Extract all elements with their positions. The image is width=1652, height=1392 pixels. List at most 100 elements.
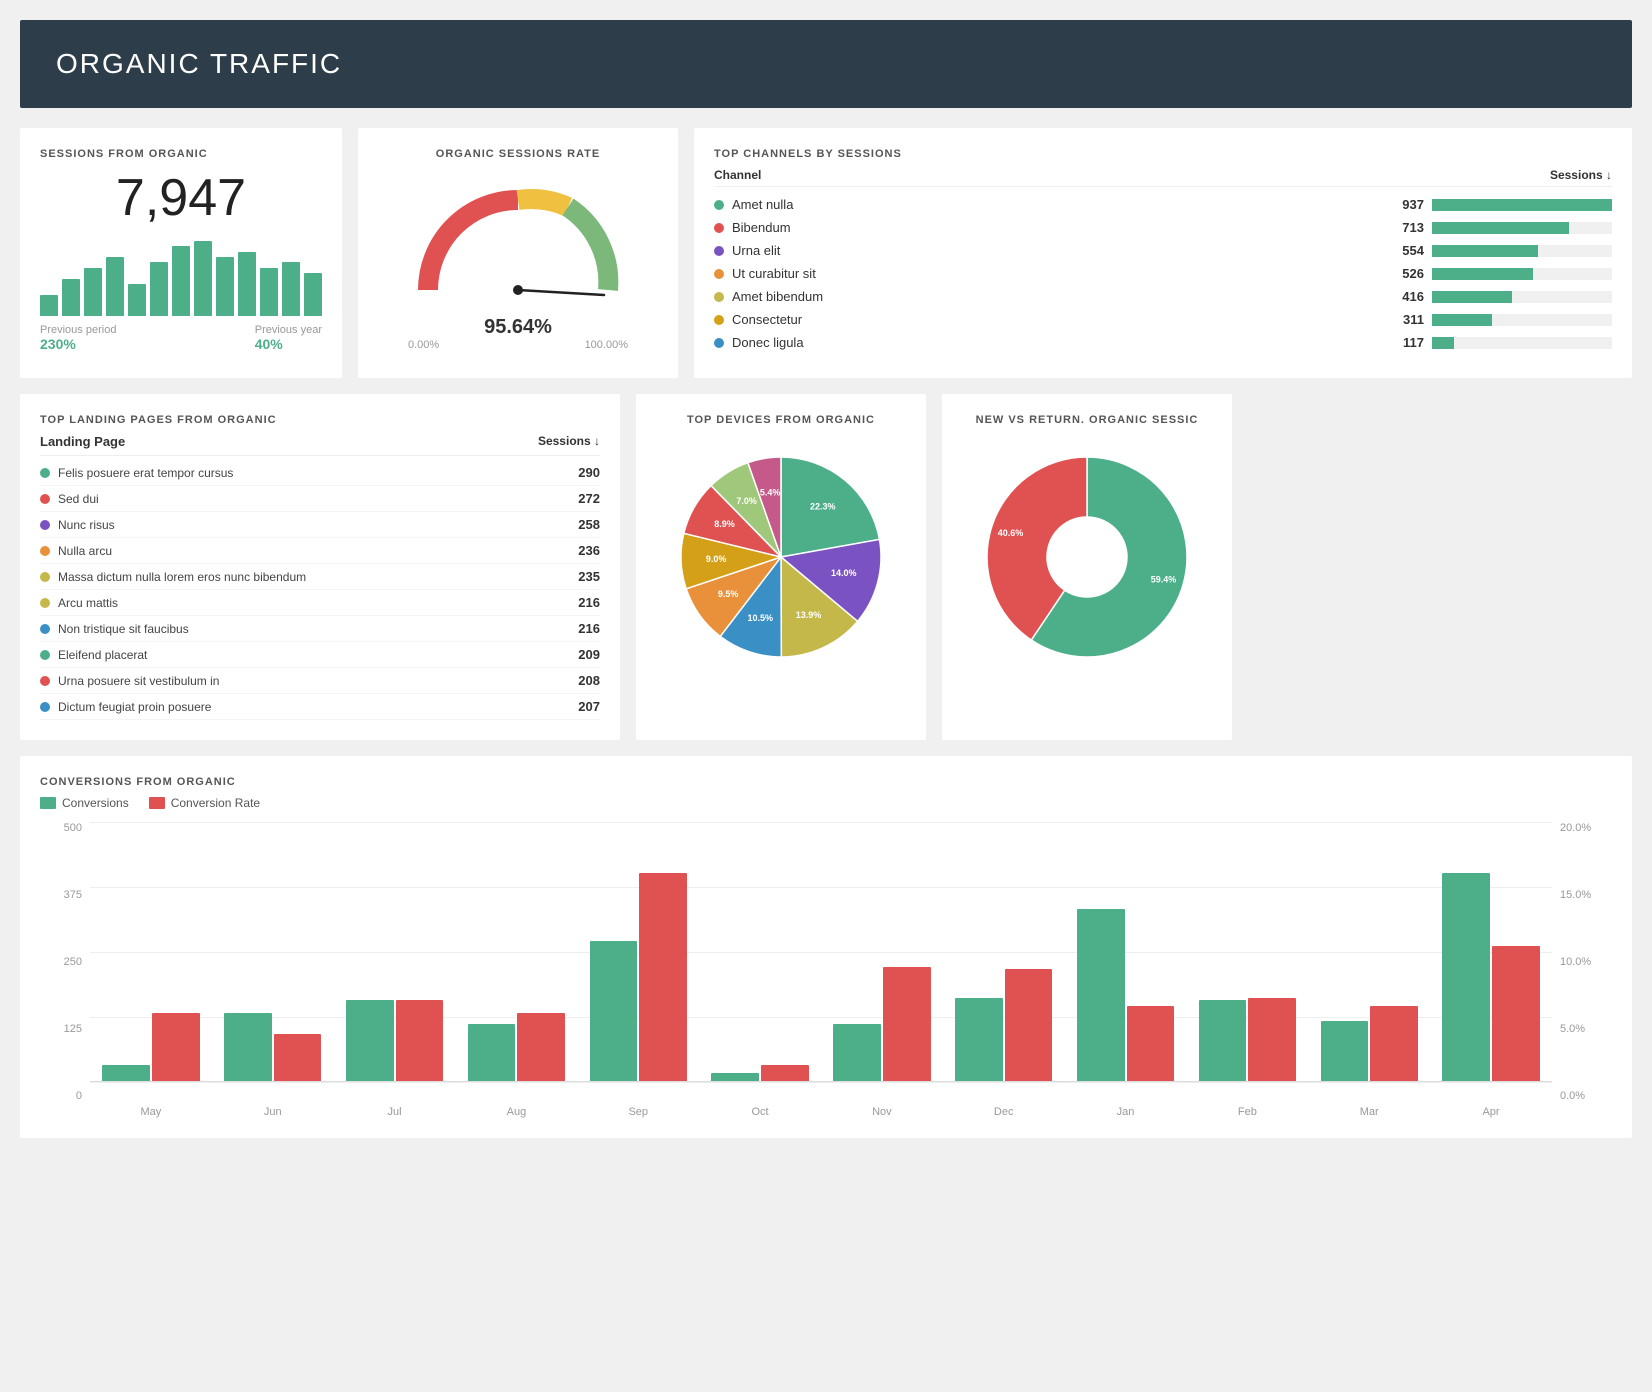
channel-dot (714, 200, 724, 210)
channel-row: Amet nulla 937 (714, 197, 1612, 212)
landing-row: Urna posuere sit vestibulum in 208 (40, 668, 600, 694)
prev-year: Previous year 40% (255, 324, 322, 352)
landing-row: Non tristique sit faucibus 216 (40, 616, 600, 642)
x-labels: MayJunJulAugSepOctNovDecJanFebMarApr (90, 1106, 1552, 1118)
y-label-left: 125 (64, 1023, 82, 1035)
channel-row: Ut curabitur sit 526 (714, 266, 1612, 281)
channel-name: Bibendum (732, 220, 1374, 235)
landing-row: Dictum feugiat proin posuere 207 (40, 694, 600, 720)
gauge-svg (408, 180, 628, 310)
channel-bar (1432, 291, 1512, 303)
rate-bar (1492, 946, 1540, 1081)
card-conversions: CONVERSIONS FROM ORGANIC ConversionsConv… (20, 756, 1632, 1138)
landing-name: Sed dui (58, 492, 578, 506)
conversions-title: CONVERSIONS FROM ORGANIC (40, 776, 1612, 788)
x-label: Oct (699, 1106, 821, 1118)
month-group (1442, 873, 1539, 1081)
card-sessions: SESSIONS FROM ORGANIC 7,947 Previous per… (20, 128, 342, 378)
y-label-left: 0 (76, 1090, 82, 1102)
gauge-min: 0.00% (408, 339, 439, 351)
sessions-title: SESSIONS FROM ORGANIC (40, 148, 322, 160)
devices-pie-wrapper: 22.3%14.0%13.9%10.5%9.5%9.0%8.9%7.0%5.4% (656, 442, 906, 672)
landing-dot (40, 650, 50, 660)
channels-col2[interactable]: Sessions (1550, 168, 1612, 182)
channel-bar-wrap (1432, 268, 1612, 280)
x-label: Jul (334, 1106, 456, 1118)
landing-value: 216 (578, 621, 600, 636)
landing-col2[interactable]: Sessions (538, 434, 600, 449)
legend-box (149, 797, 165, 809)
conv-bar (1199, 1000, 1247, 1081)
row-1: SESSIONS FROM ORGANIC 7,947 Previous per… (20, 128, 1632, 378)
landing-title: TOP LANDING PAGES FROM ORGANIC (40, 414, 600, 426)
landing-row: Sed dui 272 (40, 486, 600, 512)
landing-name: Arcu mattis (58, 596, 578, 610)
gauge-title: ORGANIC SESSIONS RATE (378, 148, 658, 160)
channel-name: Consectetur (732, 312, 1374, 327)
gauge-range: 0.00% 100.00% (408, 339, 628, 351)
channels-title: TOP CHANNELS BY SESSIONS (714, 148, 1612, 160)
conv-bar (590, 941, 638, 1081)
x-label: Jun (212, 1106, 334, 1118)
channel-name: Urna elit (732, 243, 1374, 258)
channel-value: 311 (1374, 312, 1424, 327)
y-label-left: 500 (64, 822, 82, 834)
landing-dot (40, 468, 50, 478)
card-gauge: ORGANIC SESSIONS RATE 95.64% 0.00% 100.0… (358, 128, 678, 378)
y-axis-right: 20.0%15.0%10.0%5.0%0.0% (1552, 822, 1612, 1102)
y-label-right: 20.0% (1560, 822, 1591, 834)
prev-period: Previous period 230% (40, 324, 116, 352)
landing-name: Non tristique sit faucibus (58, 622, 578, 636)
month-group (1321, 1006, 1418, 1081)
channels-col1: Channel (714, 168, 761, 182)
pie-label: 59.4% (1151, 575, 1177, 585)
channel-name: Amet bibendum (732, 289, 1374, 304)
pie-label: 9.0% (706, 554, 727, 564)
landing-value: 216 (578, 595, 600, 610)
x-label: Mar (1308, 1106, 1430, 1118)
pie-label: 14.0% (831, 568, 857, 578)
landing-name: Dictum feugiat proin posuere (58, 700, 578, 714)
rate-bar (761, 1065, 809, 1081)
landing-header: Landing Page Sessions (40, 434, 600, 456)
channel-dot (714, 292, 724, 302)
channel-value: 526 (1374, 266, 1424, 281)
grid-line (90, 952, 1552, 953)
sessions-bar-chart (40, 236, 322, 316)
conv-bar (102, 1065, 150, 1081)
legend-label: Conversion Rate (171, 796, 260, 810)
channel-row: Donec ligula 117 (714, 335, 1612, 350)
conv-bar (346, 1000, 394, 1081)
rate-bar (883, 967, 931, 1081)
landing-row: Arcu mattis 216 (40, 590, 600, 616)
channel-bar-wrap (1432, 337, 1612, 349)
y-label-right: 15.0% (1560, 889, 1591, 901)
landing-row: Nulla arcu 236 (40, 538, 600, 564)
channel-value: 713 (1374, 220, 1424, 235)
card-devices: TOP DEVICES FROM ORGANIC 22.3%14.0%13.9%… (636, 394, 926, 740)
channel-name: Amet nulla (732, 197, 1374, 212)
new-vs-return-pie-wrapper: 59.4%40.6% (962, 442, 1212, 672)
rate-bar (639, 873, 687, 1081)
pie-label: 22.3% (810, 502, 836, 512)
x-label: Apr (1430, 1106, 1552, 1118)
month-group (1077, 909, 1174, 1081)
channel-name: Ut curabitur sit (732, 266, 1374, 281)
channel-bar (1432, 199, 1612, 211)
gauge-max: 100.00% (585, 339, 628, 351)
channels-list: Amet nulla 937 Bibendum 713 Urna elit 55… (714, 197, 1612, 350)
new-vs-return-title: NEW VS RETURN. ORGANIC SESSIC (962, 414, 1212, 426)
channel-dot (714, 223, 724, 233)
landing-dot (40, 572, 50, 582)
channel-dot (714, 269, 724, 279)
landing-value: 236 (578, 543, 600, 558)
landing-row: Felis posuere erat tempor cursus 290 (40, 460, 600, 486)
conv-bar (468, 1024, 516, 1081)
landing-name: Nunc risus (58, 518, 578, 532)
rate-bar (152, 1013, 200, 1081)
conv-bar (711, 1073, 759, 1081)
pie-label: 7.0% (736, 496, 757, 506)
pie-label: 8.9% (714, 519, 735, 529)
rate-bar (1005, 969, 1053, 1081)
channel-dot (714, 246, 724, 256)
